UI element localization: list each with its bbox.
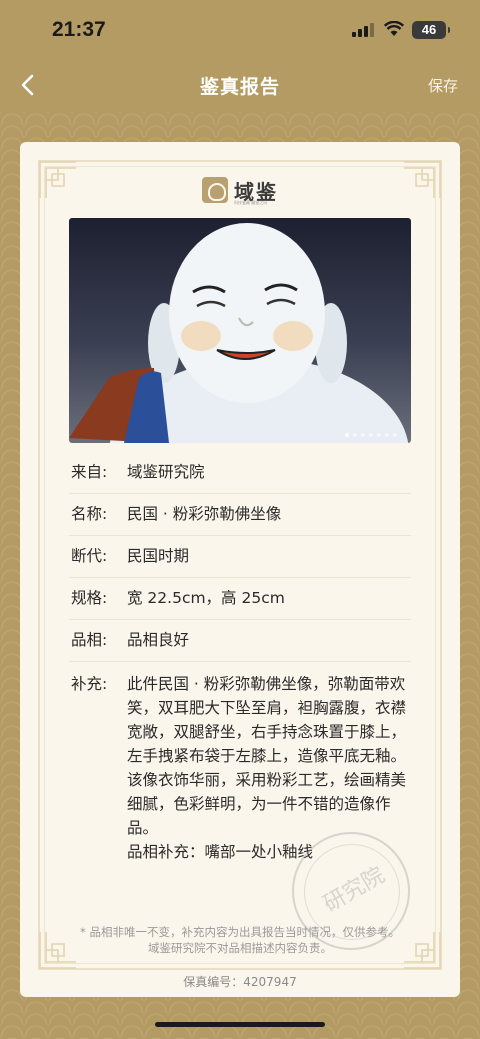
- detail-row: 规格: 宽 22.5cm，高 25cm: [69, 578, 411, 620]
- item-photo-carousel[interactable]: [69, 218, 411, 443]
- home-indicator: [155, 1022, 325, 1027]
- detail-label: 来自:: [71, 463, 108, 481]
- detail-value: 民国 · 粉彩弥勒佛坐像: [127, 505, 282, 523]
- detail-label: 规格:: [71, 589, 108, 607]
- detail-value: 品相良好: [127, 631, 190, 649]
- detail-value: 域鉴研究院: [127, 463, 205, 481]
- detail-value: 民国时期: [127, 547, 190, 565]
- detail-row: 名称: 民国 · 粉彩弥勒佛坐像: [69, 494, 411, 536]
- detail-row: 断代: 民国时期: [69, 536, 411, 578]
- carousel-dot[interactable]: [393, 433, 397, 437]
- wifi-icon: [384, 21, 404, 36]
- battery-icon: 46: [412, 21, 450, 39]
- report-card: 域鉴 科技鉴藏 藏鉴之同 来自: 域鉴研究院 名称: 民国 · 粉彩弥勒佛坐像 …: [20, 142, 460, 997]
- corner-ornament-top-left: [38, 160, 78, 200]
- certificate-number: 保真编号：4207947: [183, 975, 297, 989]
- carousel-dot[interactable]: [369, 433, 373, 437]
- carousel-dot[interactable]: [361, 433, 365, 437]
- carousel-dot[interactable]: [385, 433, 389, 437]
- report-details: 来自: 域鉴研究院名称: 民国 · 粉彩弥勒佛坐像断代: 民国时期规格: 宽 22.5c…: [69, 452, 411, 876]
- buddha-statue-image: [69, 223, 409, 443]
- detail-label: 名称:: [71, 505, 108, 523]
- detail-row: 来自: 域鉴研究院: [69, 452, 411, 494]
- detail-value: 宽 22.5cm，高 25cm: [127, 589, 285, 607]
- corner-ornament-top-right: [402, 160, 442, 200]
- disclaimer-text: * 品相非唯一不变，补充内容为出具报告当时情况，仅供参考。域鉴研究院不对品相描述…: [80, 925, 400, 955]
- corner-ornament-bottom-right: [402, 930, 442, 970]
- detail-row: 品相: 品相良好: [69, 620, 411, 662]
- corner-ornament-bottom-left: [38, 930, 78, 970]
- status-bar: 21:37 46: [0, 0, 480, 58]
- logo-tagline: 科技鉴藏 藏鉴之同: [234, 200, 268, 205]
- detail-label: 断代:: [71, 547, 108, 565]
- carousel-indicator: [345, 433, 397, 437]
- nav-bar: 鉴真报告 保存: [0, 58, 480, 112]
- supplement-label: 补充:: [71, 675, 108, 693]
- header: 21:37 46 鉴真报告 保存: [0, 0, 480, 112]
- seal-stamp-text: 研究院: [319, 862, 390, 918]
- carousel-dot[interactable]: [377, 433, 381, 437]
- detail-label: 品相:: [71, 631, 108, 649]
- supplement-text: 此件民国 · 粉彩弥勒佛坐像，弥勒面带欢笑，双耳肥大下坠至肩，袒胸露腹，衣襟宽敞…: [127, 675, 407, 837]
- logo-icon: [202, 177, 228, 203]
- status-time: 21:37: [52, 18, 106, 41]
- signal-icon: [352, 23, 374, 37]
- carousel-dot[interactable]: [353, 433, 357, 437]
- carousel-dot[interactable]: [345, 433, 349, 437]
- page-title: 鉴真报告: [199, 76, 280, 98]
- save-button[interactable]: 保存: [428, 75, 458, 96]
